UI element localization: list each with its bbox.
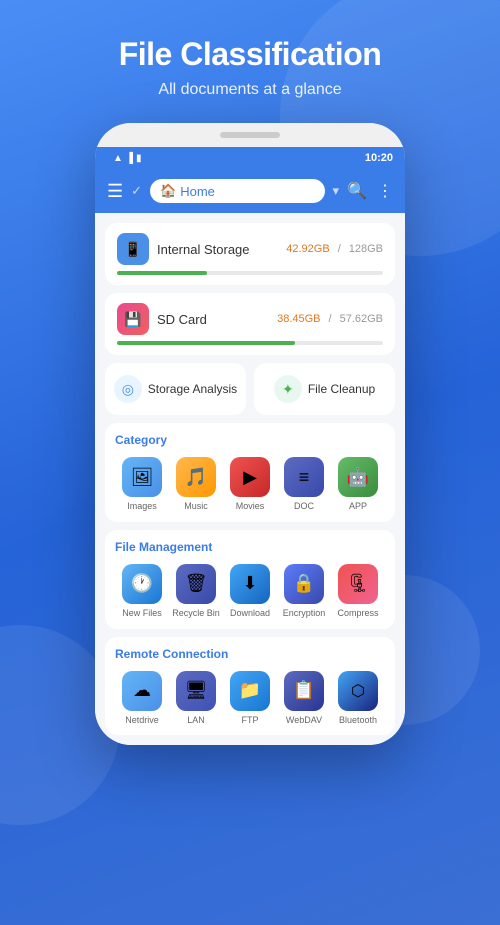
netdrive-label: Netdrive — [125, 715, 159, 726]
category-app[interactable]: 🤖 APP — [334, 457, 382, 512]
encryption-icon: 🔒 — [284, 564, 324, 604]
doc-icon: ≡ — [284, 457, 324, 497]
check-icon[interactable]: ✓ — [131, 183, 142, 199]
storage-analysis-label: Storage Analysis — [148, 382, 237, 396]
app-icon: 🤖 — [338, 457, 378, 497]
remote-grid: ☁ Netdrive 🖥 LAN 📁 FTP 📋 WebDAV — [115, 671, 385, 726]
webdav-icon: 📋 — [284, 671, 324, 711]
compress-item[interactable]: 🗜 Compress — [334, 564, 382, 619]
file-cleanup-button[interactable]: ✦ File Cleanup — [254, 363, 395, 415]
internal-storage-icon: 📱 — [117, 233, 149, 265]
music-icon: 🎵 — [176, 457, 216, 497]
category-grid: 🖼 Images 🎵 Music ▶ Movies ≡ DOC — [115, 457, 385, 512]
netdrive-icon: ☁ — [122, 671, 162, 711]
internal-storage-name: Internal Storage — [157, 242, 278, 257]
images-label: Images — [127, 501, 157, 512]
ftp-label: FTP — [242, 715, 259, 726]
recycle-bin-item[interactable]: 🗑 Recycle Bin — [172, 564, 220, 619]
download-icon: ⬇ — [230, 564, 270, 604]
encryption-label: Encryption — [283, 608, 326, 619]
folder-icon[interactable]: ▾ — [333, 183, 340, 199]
sd-card-bar — [117, 341, 383, 345]
sd-card-card[interactable]: 💾 SD Card 38.45GB / 57.62GB — [105, 293, 395, 355]
sd-card-name: SD Card — [157, 312, 269, 327]
recycle-bin-label: Recycle Bin — [172, 608, 220, 619]
category-doc[interactable]: ≡ DOC — [280, 457, 328, 512]
category-section: Category 🖼 Images 🎵 Music ▶ Movies — [105, 423, 395, 522]
category-movies[interactable]: ▶ Movies — [226, 457, 274, 512]
doc-label: DOC — [294, 501, 314, 512]
menu-icon[interactable]: ☰ — [107, 181, 123, 202]
file-management-section: File Management 🕐 New Files 🗑 Recycle Bi… — [105, 530, 395, 629]
sd-card-icon: 💾 — [117, 303, 149, 335]
battery-icon: ▮ — [136, 153, 142, 164]
status-time: 10:20 — [365, 152, 393, 164]
new-files-icon: 🕐 — [122, 564, 162, 604]
home-icon: 🏠 — [160, 183, 176, 199]
storage-analysis-button[interactable]: ◎ Storage Analysis — [105, 363, 246, 415]
category-title: Category — [115, 433, 385, 447]
more-options-icon[interactable]: ⋮ — [377, 181, 393, 201]
signal-icon: ▐ — [126, 153, 133, 164]
webdav-label: WebDAV — [286, 715, 322, 726]
lan-icon: 🖥 — [176, 671, 216, 711]
bluetooth-item[interactable]: ⬡ Bluetooth — [334, 671, 382, 726]
phone-frame: ▲ ▐ ▮ 10:20 ☰ ✓ 🏠 Home ▾ 🔍 ⋮ — [95, 123, 405, 745]
file-management-grid: 🕐 New Files 🗑 Recycle Bin ⬇ Download 🔒 E… — [115, 564, 385, 619]
file-cleanup-label: File Cleanup — [308, 382, 375, 396]
ftp-icon: 📁 — [230, 671, 270, 711]
webdav-item[interactable]: 📋 WebDAV — [280, 671, 328, 726]
internal-storage-bar — [117, 271, 383, 275]
bluetooth-label: Bluetooth — [339, 715, 377, 726]
images-icon: 🖼 — [122, 457, 162, 497]
download-item[interactable]: ⬇ Download — [226, 564, 274, 619]
status-icons: ▲ ▐ ▮ — [113, 153, 142, 164]
ftp-item[interactable]: 📁 FTP — [226, 671, 274, 726]
phone-notch — [220, 132, 280, 138]
category-images[interactable]: 🖼 Images — [118, 457, 166, 512]
file-cleanup-icon: ✦ — [274, 375, 302, 403]
new-files-item[interactable]: 🕐 New Files — [118, 564, 166, 619]
app-label: APP — [349, 501, 367, 512]
remote-title: Remote Connection — [115, 647, 385, 661]
search-icon[interactable]: 🔍 — [347, 181, 367, 201]
status-bar: ▲ ▐ ▮ 10:20 — [95, 147, 405, 169]
encryption-item[interactable]: 🔒 Encryption — [280, 564, 328, 619]
lan-label: LAN — [187, 715, 205, 726]
internal-storage-fill — [117, 271, 207, 275]
topbar-actions: 🔍 ⋮ — [347, 181, 393, 201]
recycle-bin-icon: 🗑 — [176, 564, 216, 604]
file-management-title: File Management — [115, 540, 385, 554]
home-button[interactable]: 🏠 Home — [150, 179, 325, 203]
internal-storage-used: 42.92GB — [286, 243, 329, 255]
internal-storage-total: 128GB — [349, 243, 383, 255]
phone-notch-area — [95, 123, 405, 147]
compress-icon: 🗜 — [338, 564, 378, 604]
download-label: Download — [230, 608, 270, 619]
new-files-label: New Files — [122, 608, 162, 619]
movies-icon: ▶ — [230, 457, 270, 497]
bluetooth-icon: ⬡ — [338, 671, 378, 711]
topbar: ☰ ✓ 🏠 Home ▾ 🔍 ⋮ — [95, 169, 405, 213]
sd-card-used: 38.45GB — [277, 313, 320, 325]
lan-item[interactable]: 🖥 LAN — [172, 671, 220, 726]
movies-label: Movies — [236, 501, 265, 512]
quick-actions: ◎ Storage Analysis ✦ File Cleanup — [105, 363, 395, 415]
compress-label: Compress — [337, 608, 378, 619]
netdrive-item[interactable]: ☁ Netdrive — [118, 671, 166, 726]
content-area: 📱 Internal Storage 42.92GB / 128GB 💾 — [95, 213, 405, 745]
storage-analysis-icon: ◎ — [114, 375, 142, 403]
wifi-icon: ▲ — [113, 153, 123, 164]
category-music[interactable]: 🎵 Music — [172, 457, 220, 512]
home-label: Home — [180, 184, 215, 199]
sd-card-fill — [117, 341, 295, 345]
remote-section: Remote Connection ☁ Netdrive 🖥 LAN 📁 FTP — [105, 637, 395, 736]
sd-card-total: 57.62GB — [340, 313, 383, 325]
internal-storage-card[interactable]: 📱 Internal Storage 42.92GB / 128GB — [105, 223, 395, 285]
music-label: Music — [184, 501, 208, 512]
